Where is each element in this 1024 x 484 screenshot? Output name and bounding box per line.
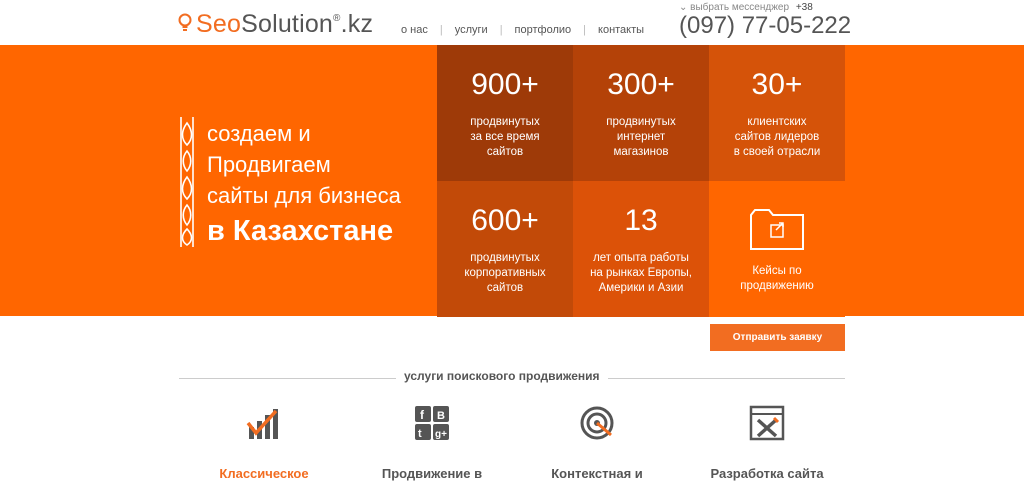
stat-text-line: сайтов <box>486 146 524 158</box>
stat-number: 13 <box>624 204 658 237</box>
service-label: Разработка сайта <box>710 466 824 481</box>
stat-text-line: сайтов лидеров <box>734 131 820 143</box>
stat-text: лет опыта работы на рынках Европы, Амери… <box>573 251 709 296</box>
folder-link-icon <box>750 209 804 250</box>
cases-text-line: продвижению <box>740 280 814 292</box>
service-classic-seo[interactable]: Классическое <box>179 405 349 481</box>
stat-tile-sites: 900+ продвинутых за все время сайтов <box>437 45 573 181</box>
stat-text-line: интернет <box>616 131 666 143</box>
cases-text: Кейсы по продвижению <box>709 264 845 294</box>
lightbulb-icon <box>178 13 192 31</box>
svg-text:t: t <box>418 428 422 440</box>
services-heading: услуги поискового продвижения <box>396 369 608 383</box>
stat-tile-shops: 300+ продвинутых интернет магазинов <box>573 45 709 181</box>
service-label: Классическое <box>219 466 309 481</box>
stat-text-line: продвинутых <box>470 116 540 128</box>
send-request-button[interactable]: Отправить заявку <box>710 324 845 351</box>
target-icon <box>580 406 614 440</box>
stat-text: клиентских сайтов лидеров в своей отрасл… <box>709 115 845 160</box>
tagline-line2: Продвигаем <box>207 152 331 177</box>
cases-tile[interactable]: Кейсы по продвижению <box>709 181 845 317</box>
logo[interactable]: Seo Solution ® .kz <box>178 10 373 39</box>
ornament-icon <box>180 117 194 247</box>
hero-tagline: создаем и Продвигаем сайты для бизнеса в… <box>207 118 401 251</box>
svg-text:B: B <box>437 410 445 422</box>
stat-number: 30+ <box>751 68 803 101</box>
cases-text-line: Кейсы по <box>752 265 802 277</box>
stat-text-line: продвинутых <box>606 116 676 128</box>
tagline-line4: в Казахстане <box>207 215 394 247</box>
stat-text-line: в своей отрасли <box>733 146 821 158</box>
stat-text-line: клиентских <box>747 116 807 128</box>
logo-seo: Seo <box>196 10 242 38</box>
service-label: Продвижение в <box>381 466 483 481</box>
stat-number: 300+ <box>607 68 675 101</box>
stat-number: 600+ <box>471 204 539 237</box>
stat-tile-corporate: 600+ продвинутых корпоративных сайтов <box>437 181 573 317</box>
stat-text: продвинутых корпоративных сайтов <box>437 251 573 296</box>
stat-text-line: на рынках Европы, <box>590 267 692 279</box>
nav-item-portfolio[interactable]: портфолио <box>503 24 584 36</box>
service-context-ads[interactable]: Контекстная и <box>512 405 682 481</box>
stat-text: продвинутых за все время сайтов <box>437 115 573 160</box>
stat-text-line: продвинутых <box>470 252 540 264</box>
phone-number[interactable]: (097) 77-05-222 <box>679 12 851 40</box>
service-site-dev[interactable]: Разработка сайта <box>682 405 852 481</box>
stat-text-line: за все время <box>470 131 540 143</box>
svg-text:g+: g+ <box>435 429 447 440</box>
stat-number: 900+ <box>471 68 539 101</box>
service-label: Контекстная и <box>551 466 643 481</box>
stat-text-line: корпоративных <box>464 267 546 279</box>
service-social[interactable]: f B t g+ Продвижение в <box>347 405 517 481</box>
logo-tld: .kz <box>340 10 374 38</box>
main-nav: о нас | услуги | портфолио | контакты <box>401 24 656 36</box>
tagline-line3: сайты для бизнеса <box>207 183 401 208</box>
nav-item-contacts[interactable]: контакты <box>586 24 656 36</box>
stat-text-line: магазинов <box>613 146 669 158</box>
nav-item-services[interactable]: услуги <box>443 24 500 36</box>
stat-text-line: Америки и Азии <box>598 282 684 294</box>
stat-tile-leaders: 30+ клиентских сайтов лидеров в своей от… <box>709 45 845 181</box>
tools-icon <box>749 405 785 441</box>
social-networks-icon: f B t g+ <box>415 406 449 440</box>
stat-text: продвинутых интернет магазинов <box>573 115 709 160</box>
site-header: Seo Solution ® .kz о нас | услуги | портфол… <box>0 0 1024 45</box>
tagline-line1: создаем и <box>207 121 311 146</box>
chart-up-icon <box>246 409 278 439</box>
stat-text-line: лет опыта работы <box>593 252 689 264</box>
stat-tile-experience: 13 лет опыта работы на рынках Европы, Ам… <box>573 181 709 317</box>
stat-text-line: сайтов <box>486 282 524 294</box>
logo-reg: ® <box>333 13 341 24</box>
nav-item-about[interactable]: о нас <box>401 24 440 36</box>
logo-solution: Solution <box>241 10 334 38</box>
